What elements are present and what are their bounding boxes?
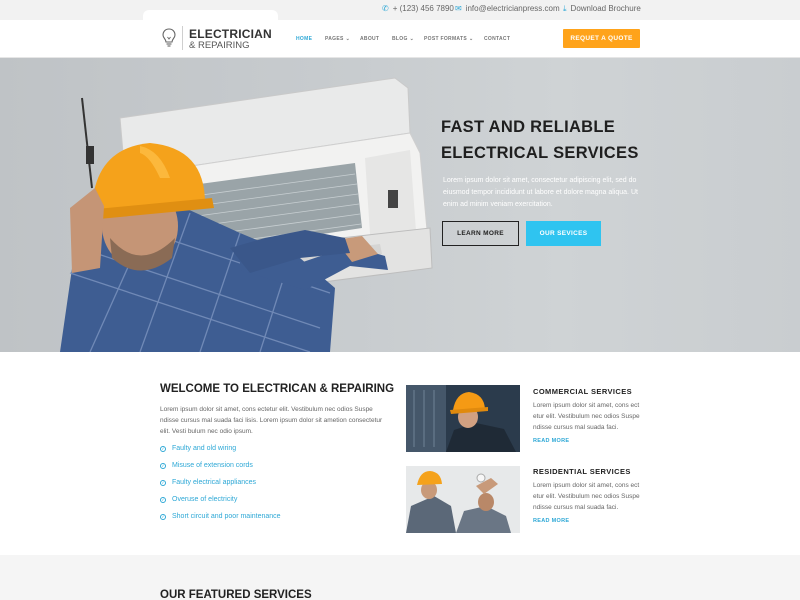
commercial-services-text: Lorem ipsum dolor sit amet, cons ect etu… (533, 402, 640, 431)
download-icon: ⤓ (563, 3, 567, 13)
featured-section (0, 555, 800, 600)
residential-read-more-link[interactable]: READ MORE (533, 518, 569, 524)
residential-services-image[interactable] (406, 466, 520, 533)
nav-about[interactable]: ABOUT (360, 36, 379, 42)
nav-pages[interactable]: PAGES ⌄ (325, 36, 350, 42)
nav-post-formats[interactable]: POST FORMATS ⌄ (424, 36, 473, 42)
learn-more-button[interactable]: LEARN MORE (442, 221, 519, 246)
top-brochure[interactable]: ⤓ Download Brochure (563, 4, 641, 13)
lightbulb-icon (162, 28, 176, 47)
feature-label: Overuse of electricity (172, 496, 238, 503)
request-quote-button[interactable]: REQUET A QUOTE (563, 29, 640, 48)
hero-title-line2: ELECTRICAL SERVICES (441, 144, 639, 162)
email-icon: ✉ (455, 3, 462, 13)
brand-title[interactable]: ELECTRICIAN (189, 27, 272, 41)
top-email-text: info@electricianpress.com (465, 4, 560, 13)
feature-item[interactable]: ✓ Short circuit and poor maintenance (160, 513, 281, 520)
check-circle-icon: ✓ (160, 513, 166, 520)
check-circle-icon: ✓ (160, 462, 166, 469)
feature-label: Short circuit and poor maintenance (172, 513, 281, 520)
top-email[interactable]: ✉ info@electricianpress.com (455, 4, 560, 13)
top-phone-text: + (123) 456 7890 (392, 4, 454, 13)
hero-text: Lorem ipsum dolor sit amet, consectetur … (443, 177, 638, 208)
featured-title: OUR FEATURED SERVICES (160, 589, 312, 600)
residential-services-text: Lorem ipsum dolor sit amet, cons ect etu… (533, 482, 640, 511)
top-brochure-text: Download Brochure (570, 4, 641, 13)
chevron-down-icon: ⌄ (468, 36, 474, 42)
chevron-down-icon: ⌄ (409, 36, 415, 42)
feature-item[interactable]: ✓ Faulty electrical appliances (160, 479, 256, 486)
feature-label: Faulty and old wiring (172, 445, 237, 452)
check-circle-icon: ✓ (160, 479, 166, 486)
nav-pages-label: PAGES (325, 36, 344, 42)
nav-contact[interactable]: CONTACT (484, 36, 510, 42)
hero-title-line1: FAST AND RELIABLE (441, 118, 616, 136)
feature-label: Misuse of extension cords (172, 462, 253, 469)
nav-contact-label: CONTACT (484, 36, 511, 42)
feature-label: Faulty electrical appliances (172, 479, 257, 486)
top-phone[interactable]: ✆ + (123) 456 7890 (382, 4, 454, 13)
residential-services-title[interactable]: RESIDENTIAL SERVICES (533, 467, 631, 476)
check-circle-icon: ✓ (160, 496, 166, 503)
feature-item[interactable]: ✓ Misuse of extension cords (160, 462, 253, 469)
nav-home[interactable]: HOME (296, 36, 312, 42)
logo-divider (182, 26, 183, 50)
commercial-services-title[interactable]: COMMERCIAL SERVICES (533, 387, 632, 396)
nav-about-label: ABOUT (360, 36, 380, 42)
hero-banner: FAST AND RELIABLE ELECTRICAL SERVICES Lo… (0, 58, 800, 352)
hero-illustration (60, 77, 433, 352)
welcome-text: Lorem ipsum dolor sit amet, cons ectetur… (160, 406, 383, 435)
nav-blog[interactable]: BLOG ⌄ (392, 36, 414, 42)
our-services-button[interactable]: OUR SEVICES (526, 221, 601, 246)
feature-item[interactable]: ✓ Overuse of electricity (160, 496, 237, 503)
check-circle-icon: ✓ (160, 445, 166, 452)
welcome-title: WELCOME TO ELECTRICAN & REPAIRING (160, 383, 395, 395)
brand-subtitle: & REPAIRING (189, 40, 250, 51)
nav-blog-label: BLOG (392, 36, 408, 42)
nav-post-formats-label: POST FORMATS (424, 36, 467, 42)
feature-item[interactable]: ✓ Faulty and old wiring (160, 445, 236, 452)
phone-icon: ✆ (382, 3, 389, 13)
nav-home-label: HOME (296, 36, 313, 42)
commercial-read-more-link[interactable]: READ MORE (533, 438, 569, 444)
commercial-services-image[interactable] (406, 385, 520, 452)
chevron-down-icon: ⌄ (345, 36, 351, 42)
